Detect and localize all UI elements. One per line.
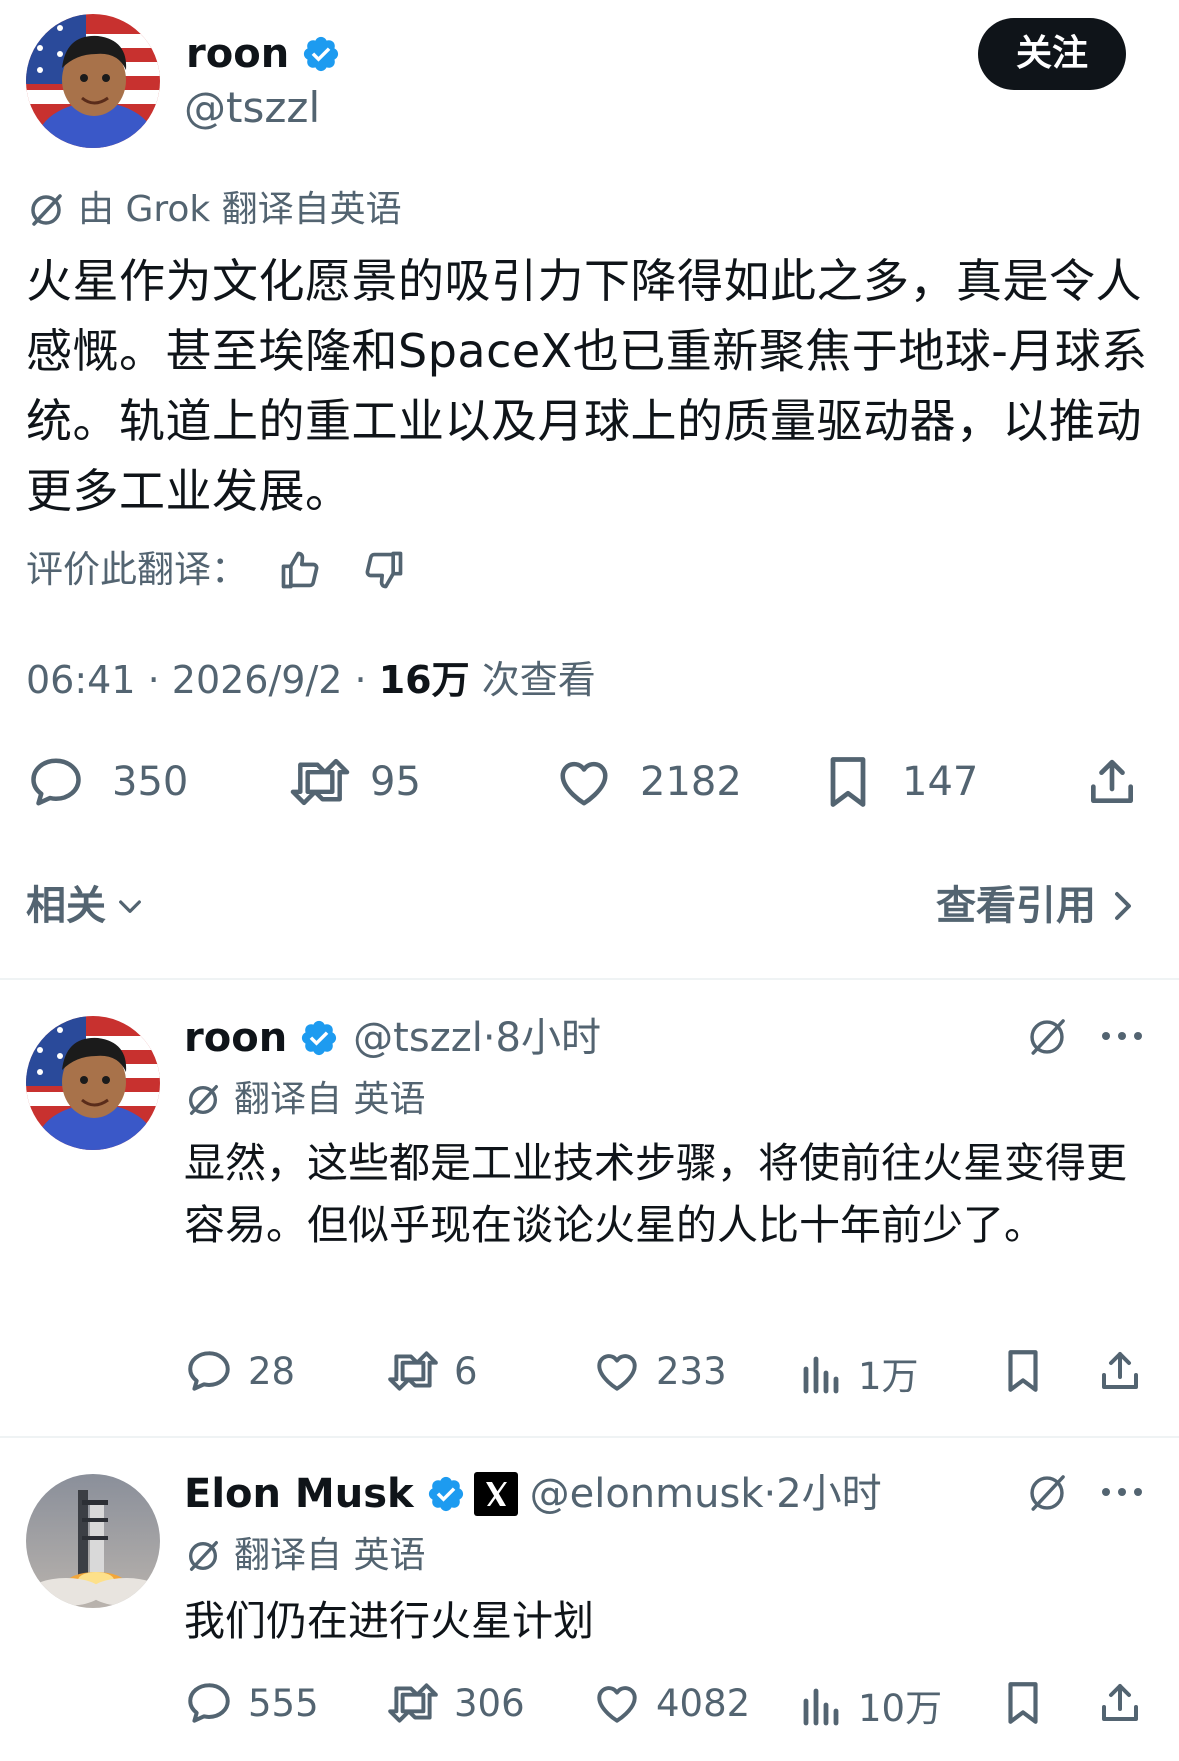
reply-like-button[interactable]: 233 (592, 1346, 727, 1396)
reply-avatar[interactable] (26, 1474, 160, 1608)
thumbs-up-icon[interactable] (278, 548, 322, 592)
chevron-down-icon (114, 890, 146, 922)
translate-icon (26, 190, 66, 230)
retweet-icon (386, 1346, 440, 1396)
reply-time[interactable]: 8小时 (496, 1014, 601, 1062)
reply-views-button[interactable]: 1万 (800, 1346, 919, 1400)
reply-reply-button[interactable]: 28 (184, 1346, 295, 1396)
reply-reply-button[interactable]: 555 (184, 1678, 319, 1728)
share-button[interactable] (1084, 752, 1140, 812)
reply-like-count: 233 (656, 1349, 727, 1393)
reply-reply-count: 555 (248, 1681, 319, 1725)
bar-chart-icon (800, 1348, 844, 1398)
chevron-right-icon (1108, 888, 1138, 924)
tweet-date: 2026/9/2 (171, 658, 343, 702)
share-icon (1084, 752, 1140, 812)
reply-button[interactable]: 350 (26, 752, 188, 812)
verified-badge-icon (426, 1474, 466, 1514)
reply-bookmark-button[interactable] (1000, 1678, 1046, 1728)
reply-avatar[interactable] (26, 1016, 160, 1150)
speech-bubble-icon (26, 752, 86, 812)
reply-translation-note[interactable]: 翻译自 英语 (184, 1078, 425, 1122)
views-label: 次查看 (481, 658, 596, 702)
thumbs-down-icon[interactable] (362, 548, 406, 592)
heart-icon (554, 752, 614, 812)
reply-share-button[interactable] (1096, 1678, 1144, 1728)
reply-like-count: 4082 (656, 1681, 751, 1725)
rate-translation-row: 评价此翻译： (26, 548, 406, 592)
reply-count: 350 (112, 759, 189, 805)
translate-toggle-icon[interactable] (1024, 1014, 1070, 1060)
reply-like-button[interactable]: 4082 (592, 1678, 750, 1728)
rate-translation-label: 评价此翻译： (26, 548, 248, 591)
view-quotes-label: 查看引用 (936, 883, 1096, 929)
verified-badge-icon (299, 1018, 339, 1058)
like-button[interactable]: 2182 (554, 752, 742, 812)
retweet-count: 95 (370, 759, 421, 805)
translate-icon (184, 1081, 222, 1119)
reply-reply-count: 28 (248, 1349, 296, 1393)
related-label: 相关 (26, 883, 106, 929)
reply-header: Elon Musk @elonmusk · 2小时 (184, 1470, 882, 1518)
reply-header: roon @tszzl · 8小时 (184, 1014, 601, 1062)
reply-views-count: 10万 (858, 1687, 943, 1730)
retweet-icon (386, 1678, 440, 1728)
author-handle[interactable]: @tszzl (184, 84, 320, 132)
heart-icon (592, 1346, 642, 1396)
more-icon[interactable] (1100, 1474, 1144, 1510)
divider (0, 978, 1179, 980)
reply-retweet-count: 306 (454, 1681, 525, 1725)
reply-author-handle[interactable]: @tszzl (353, 1014, 483, 1062)
translate-icon (184, 1537, 222, 1575)
x-affiliate-badge-icon (473, 1472, 518, 1516)
reply-retweet-count: 6 (454, 1349, 478, 1393)
reply-retweet-button[interactable]: 306 (386, 1678, 525, 1728)
heart-icon (592, 1678, 642, 1728)
share-icon (1096, 1346, 1144, 1396)
reply-author-name[interactable]: roon (184, 1014, 287, 1062)
view-quotes-link[interactable]: 查看引用 (936, 882, 1138, 930)
reply-views-button[interactable]: 10万 (800, 1678, 942, 1732)
reply-translation-label: 翻译自 英语 (234, 1079, 426, 1120)
bookmark-icon (1000, 1346, 1046, 1396)
bookmark-count: 147 (902, 759, 979, 805)
reply-bookmark-button[interactable] (1000, 1346, 1046, 1396)
author-avatar[interactable] (26, 14, 160, 148)
speech-bubble-icon (184, 1346, 234, 1396)
divider (0, 1436, 1179, 1438)
retweet-button[interactable]: 95 (288, 752, 421, 812)
reply-text: 显然，这些都是工业技术步骤，将使前往火星变得更容易。但似乎现在谈论火星的人比十年… (184, 1139, 1127, 1249)
translation-note[interactable]: 由 Grok 翻译自英语 (26, 188, 402, 232)
translation-label: 由 Grok 翻译自英语 (78, 189, 402, 230)
reply-author-handle[interactable]: @elonmusk (530, 1470, 764, 1518)
speech-bubble-icon (184, 1678, 234, 1728)
reply-translation-note[interactable]: 翻译自 英语 (184, 1534, 425, 1578)
author-name-row[interactable]: roon (186, 30, 341, 78)
follow-button[interactable]: 关注 (978, 18, 1126, 90)
related-dropdown[interactable]: 相关 (26, 882, 146, 930)
reply-translation-label: 翻译自 英语 (234, 1535, 426, 1576)
bookmark-button[interactable]: 147 (820, 752, 978, 812)
tweet-text: 火星作为文化愿景的吸引力下降得如此之多，真是令人感慨。甚至埃隆和SpaceX也已… (26, 254, 1148, 518)
reply-share-button[interactable] (1096, 1346, 1144, 1396)
translate-toggle-icon[interactable] (1024, 1470, 1070, 1516)
author-name[interactable]: roon (186, 30, 289, 78)
more-icon[interactable] (1100, 1018, 1144, 1054)
reply-retweet-button[interactable]: 6 (386, 1346, 478, 1396)
share-icon (1096, 1678, 1144, 1728)
bookmark-icon (1000, 1678, 1046, 1728)
bar-chart-icon (800, 1680, 844, 1730)
reply-time[interactable]: 2小时 (776, 1470, 881, 1518)
bookmark-icon (820, 752, 876, 812)
tweet-time: 06:41 (26, 658, 136, 702)
reply-text: 我们仍在进行火星计划 (184, 1597, 594, 1645)
reply-views-count: 1万 (858, 1355, 919, 1398)
reply-author-name[interactable]: Elon Musk (184, 1470, 414, 1518)
tweet-meta: 06:41 · 2026/9/2 · 16万 次查看 (26, 658, 596, 702)
retweet-icon (288, 752, 352, 812)
views-count: 16万 (378, 658, 470, 702)
verified-badge-icon (301, 34, 341, 74)
like-count: 2182 (640, 759, 742, 805)
